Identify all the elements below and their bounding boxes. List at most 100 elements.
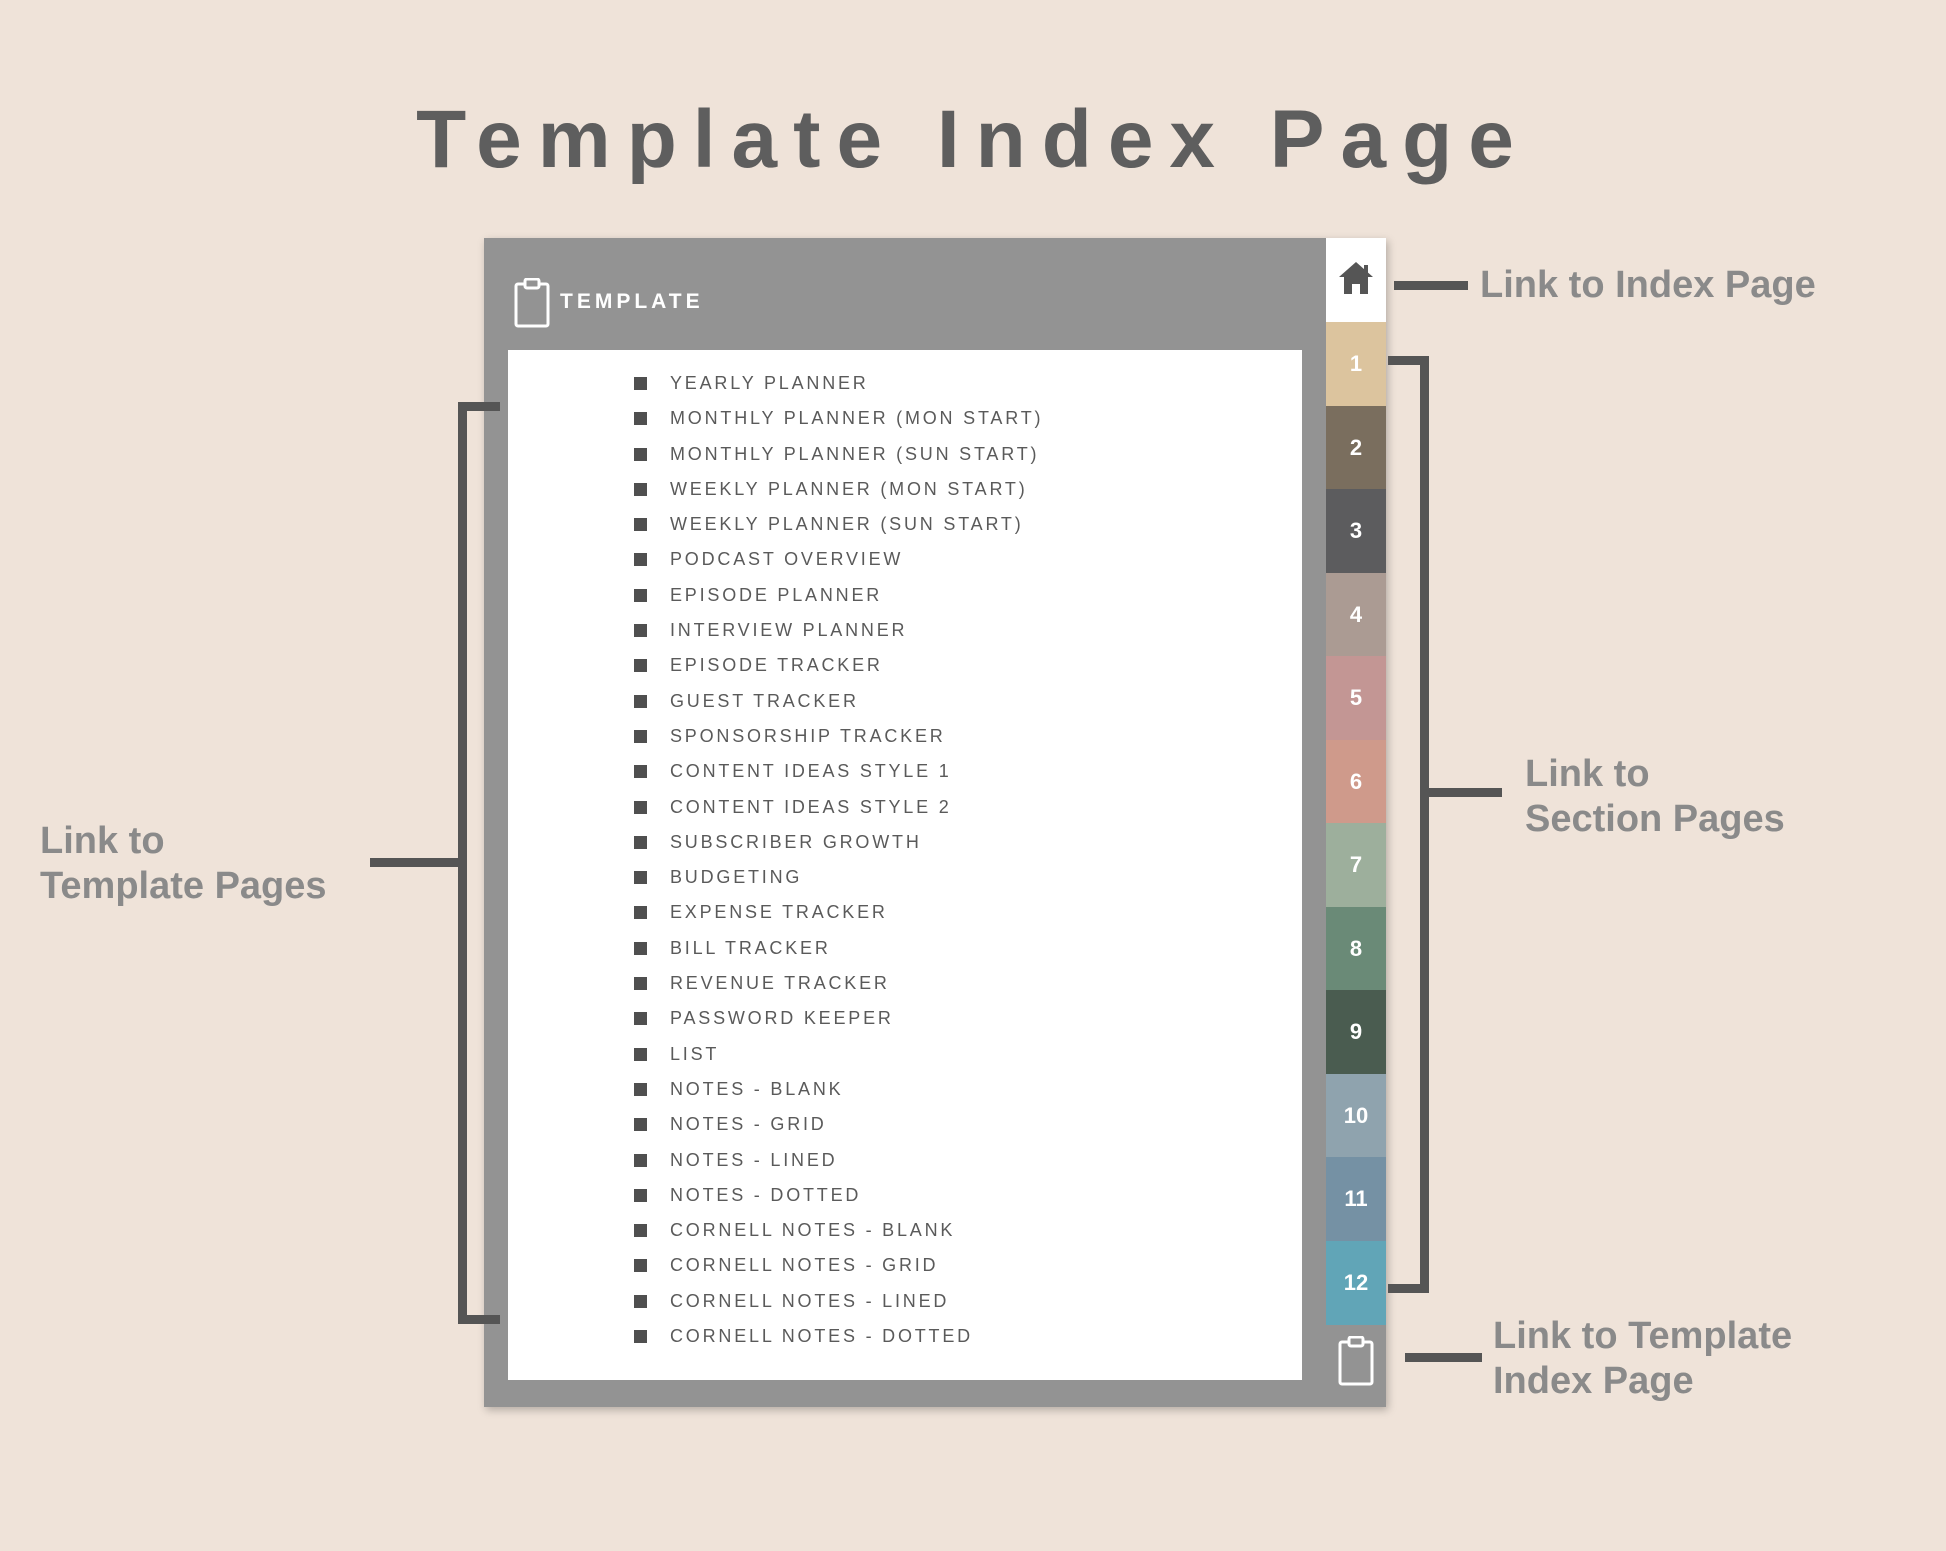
bullet-square-icon bbox=[634, 765, 647, 779]
template-link-item[interactable]: REVENUE TRACKER bbox=[508, 966, 1302, 1001]
section-tab-7[interactable]: 7 bbox=[1326, 823, 1386, 907]
template-link-label: INTERVIEW PLANNER bbox=[670, 620, 908, 641]
bullet-square-icon bbox=[634, 624, 647, 638]
template-link-item[interactable]: GUEST TRACKER bbox=[508, 684, 1302, 719]
template-link-label: SUBSCRIBER GROWTH bbox=[670, 831, 922, 852]
template-link-item[interactable]: NOTES - DOTTED bbox=[508, 1178, 1302, 1213]
section-pointer-line bbox=[1429, 788, 1502, 797]
template-link-item[interactable]: NOTES - GRID bbox=[508, 1107, 1302, 1142]
template-link-item[interactable]: LIST bbox=[508, 1037, 1302, 1072]
bullet-square-icon bbox=[634, 871, 647, 885]
template-link-item[interactable]: PODCAST OVERVIEW bbox=[508, 542, 1302, 577]
bullet-square-icon bbox=[634, 1224, 647, 1238]
section-tab-4[interactable]: 4 bbox=[1326, 572, 1386, 657]
annotation-index-page: Link to Index Page bbox=[1480, 264, 1816, 306]
template-link-label: SPONSORSHIP TRACKER bbox=[670, 725, 946, 746]
annotation-template-line1: Link to bbox=[40, 820, 165, 862]
section-tab-9[interactable]: 9 bbox=[1326, 990, 1386, 1074]
section-tab-5[interactable]: 5 bbox=[1326, 656, 1386, 740]
template-bracket-bottom bbox=[458, 1315, 500, 1324]
template-link-item[interactable]: BUDGETING bbox=[508, 860, 1302, 895]
template-link-label: REVENUE TRACKER bbox=[670, 973, 890, 994]
clipboard-icon bbox=[514, 278, 550, 328]
planner-header: TEMPLATE bbox=[484, 238, 1326, 350]
bullet-square-icon bbox=[634, 1118, 647, 1132]
bullet-square-icon bbox=[634, 800, 647, 814]
template-link-item[interactable]: SPONSORSHIP TRACKER bbox=[508, 719, 1302, 754]
section-tab-11[interactable]: 11 bbox=[1326, 1157, 1386, 1241]
annotation-template-index-line2: Index Page bbox=[1493, 1360, 1694, 1402]
template-link-item[interactable]: YEARLY PLANNER bbox=[508, 366, 1302, 401]
template-link-label: EXPENSE TRACKER bbox=[670, 902, 888, 923]
annotation-template-index-line1: Link to Template bbox=[1493, 1315, 1793, 1357]
template-link-label: BUDGETING bbox=[670, 867, 803, 888]
bullet-square-icon bbox=[634, 482, 647, 496]
template-link-label: PODCAST OVERVIEW bbox=[670, 549, 904, 570]
template-link-item[interactable]: CORNELL NOTES - DOTTED bbox=[508, 1319, 1302, 1354]
section-tab-1[interactable]: 1 bbox=[1326, 322, 1386, 406]
clipboard-icon[interactable] bbox=[1338, 1336, 1374, 1386]
template-index-pointer-line bbox=[1405, 1353, 1482, 1362]
template-link-item[interactable]: CORNELL NOTES - LINED bbox=[508, 1284, 1302, 1319]
bullet-square-icon bbox=[634, 377, 647, 390]
template-link-label: YEARLY PLANNER bbox=[670, 373, 869, 393]
template-link-item[interactable]: CORNELL NOTES - BLANK bbox=[508, 1213, 1302, 1248]
template-link-label: WEEKLY PLANNER (MON START) bbox=[670, 478, 1028, 499]
template-link-label: CORNELL NOTES - DOTTED bbox=[670, 1326, 973, 1347]
template-link-label: NOTES - DOTTED bbox=[670, 1184, 862, 1205]
template-link-item[interactable]: NOTES - BLANK bbox=[508, 1072, 1302, 1107]
template-link-label: CONTENT IDEAS STYLE 1 bbox=[670, 761, 952, 782]
planner-mockup: TEMPLATE YEARLY PLANNER MONTHLY PLANNER (… bbox=[484, 238, 1386, 1407]
header-label: TEMPLATE bbox=[560, 290, 704, 313]
index-page-pointer-line bbox=[1394, 281, 1468, 290]
home-tab[interactable] bbox=[1326, 238, 1386, 322]
template-link-item[interactable]: MONTHLY PLANNER (MON START) bbox=[508, 401, 1302, 436]
section-bracket-bottom bbox=[1388, 1284, 1429, 1293]
template-link-item[interactable]: EXPENSE TRACKER bbox=[508, 895, 1302, 930]
template-link-item[interactable]: INTERVIEW PLANNER bbox=[508, 613, 1302, 648]
template-link-item[interactable]: EPISODE TRACKER bbox=[508, 648, 1302, 683]
template-link-label: WEEKLY PLANNER (SUN START) bbox=[670, 514, 1024, 535]
template-link-item[interactable]: MONTHLY PLANNER (SUN START) bbox=[508, 437, 1302, 472]
template-link-label: GUEST TRACKER bbox=[670, 690, 859, 711]
tab-strip: 1 2 3 4 5 6 7 8 9 10 11 12 bbox=[1326, 238, 1386, 1407]
section-bracket-vertical bbox=[1420, 356, 1429, 1293]
bullet-square-icon bbox=[634, 553, 647, 567]
template-link-label: EPISODE PLANNER bbox=[670, 584, 883, 605]
bullet-square-icon bbox=[634, 412, 647, 426]
template-link-item[interactable]: PASSWORD KEEPER bbox=[508, 1001, 1302, 1036]
section-tab-3[interactable]: 3 bbox=[1326, 489, 1386, 573]
template-link-item[interactable]: EPISODE PLANNER bbox=[508, 578, 1302, 613]
bullet-square-icon bbox=[634, 659, 647, 673]
bullet-square-icon bbox=[634, 729, 647, 743]
bullet-square-icon bbox=[634, 694, 647, 708]
template-link-item[interactable]: CONTENT IDEAS STYLE 2 bbox=[508, 790, 1302, 825]
template-link-item[interactable]: WEEKLY PLANNER (MON START) bbox=[508, 472, 1302, 507]
section-tab-6[interactable]: 6 bbox=[1326, 739, 1386, 824]
template-link-label: MONTHLY PLANNER (SUN START) bbox=[670, 443, 1040, 464]
template-link-item[interactable]: NOTES - LINED bbox=[508, 1143, 1302, 1178]
template-link-label: LIST bbox=[670, 1043, 720, 1064]
section-tab-12[interactable]: 12 bbox=[1326, 1240, 1386, 1325]
template-link-item[interactable]: WEEKLY PLANNER (SUN START) bbox=[508, 507, 1302, 542]
template-link-label: CORNELL NOTES - LINED bbox=[670, 1290, 950, 1311]
bullet-square-icon bbox=[634, 1153, 647, 1167]
bullet-square-icon bbox=[634, 835, 647, 849]
template-link-item[interactable]: BILL TRACKER bbox=[508, 931, 1302, 966]
bullet-square-icon bbox=[634, 588, 647, 602]
annotation-template-line2: Template Pages bbox=[40, 865, 327, 907]
section-tab-10[interactable]: 10 bbox=[1326, 1073, 1386, 1158]
template-link-label: EPISODE TRACKER bbox=[670, 655, 883, 676]
bullet-square-icon bbox=[634, 941, 647, 955]
template-link-item[interactable]: CORNELL NOTES - GRID bbox=[508, 1248, 1302, 1283]
page-title: Template Index Page bbox=[416, 94, 1530, 185]
template-link-item[interactable]: CONTENT IDEAS STYLE 1 bbox=[508, 754, 1302, 789]
bullet-square-icon bbox=[634, 1294, 647, 1308]
template-link-label: NOTES - LINED bbox=[670, 1149, 838, 1170]
section-tab-2[interactable]: 2 bbox=[1326, 405, 1386, 490]
bullet-square-icon bbox=[634, 1082, 647, 1096]
section-tab-8[interactable]: 8 bbox=[1326, 906, 1386, 991]
bullet-square-icon bbox=[634, 1259, 647, 1273]
template-link-item[interactable]: SUBSCRIBER GROWTH bbox=[508, 825, 1302, 860]
template-link-label: CONTENT IDEAS STYLE 2 bbox=[670, 796, 952, 817]
